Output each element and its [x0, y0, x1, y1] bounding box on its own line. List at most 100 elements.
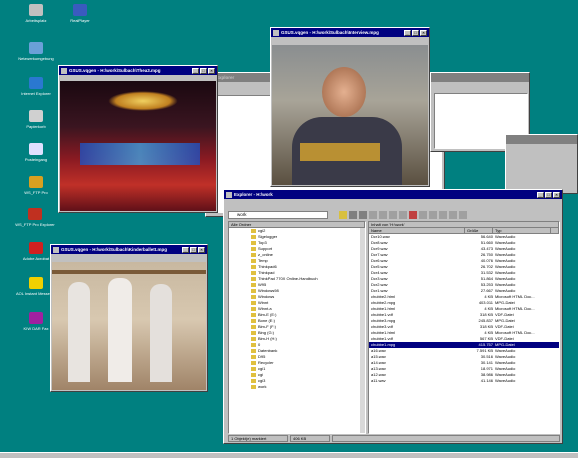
portrait-video-window[interactable]: GSUS.vqgen - H:\work\Sulbach\Interview.m…	[270, 27, 430, 187]
copy-icon[interactable]	[379, 211, 387, 219]
details-view-icon[interactable]	[459, 211, 467, 219]
ftp-explorer-icon	[28, 208, 42, 220]
folder-icon	[251, 234, 256, 239]
folder-icon	[251, 360, 256, 365]
close-button[interactable]: ×	[208, 67, 215, 74]
minimize-button[interactable]: _	[192, 67, 199, 74]
maximize-button[interactable]: □	[545, 191, 552, 198]
file-row[interactable]: a11.wav 41.146 WaveAudio	[369, 378, 559, 384]
explorer-toolbar	[339, 211, 469, 219]
realplayer-icon	[73, 4, 87, 16]
video-icon	[273, 29, 279, 36]
folder-icon	[251, 228, 256, 233]
address-combo[interactable]: work	[228, 211, 328, 219]
disconnect-icon[interactable]	[359, 211, 367, 219]
desktop-icon-wsftp-explorer[interactable]: WS_FTP Pro Explorer	[10, 208, 60, 227]
desktop-icon-papierkorb[interactable]: Papierkorb	[16, 110, 56, 129]
child-dancer	[108, 278, 132, 382]
desktop-icon-netzwerk[interactable]: Netzwerkumgebung	[16, 42, 56, 61]
video-icon	[61, 67, 67, 74]
folder-icon	[251, 342, 256, 347]
ftp-icon	[29, 176, 43, 188]
right-back-titlebar[interactable]	[431, 73, 529, 82]
minimize-button[interactable]: _	[182, 246, 189, 253]
computer-icon	[29, 4, 43, 16]
file-name: a11.wav	[371, 378, 386, 383]
delete-icon[interactable]	[409, 211, 417, 219]
desktop-icon-posteingang[interactable]: Posteingang	[16, 143, 56, 162]
acrobat-icon	[29, 242, 43, 254]
maximize-button[interactable]: □	[190, 246, 197, 253]
portrait-video-frame	[272, 45, 428, 185]
inbox-icon	[29, 143, 43, 155]
child-dancer	[68, 282, 90, 382]
far-right-window[interactable]	[505, 134, 578, 194]
folder-icon	[251, 240, 256, 245]
maximize-button[interactable]: □	[200, 67, 207, 74]
folder-icon	[251, 252, 256, 257]
folder-icon	[251, 354, 256, 359]
video-icon	[53, 246, 59, 253]
taskbar[interactable]	[0, 452, 578, 458]
file-type: WaveAudio	[495, 378, 516, 383]
folder-tree-pane[interactable]: Alle Ordner cgi2 Sigelogger Top3 Support z_o…	[228, 221, 366, 434]
stage-lights	[80, 143, 200, 165]
folder-icon	[251, 324, 256, 329]
desktop-icon-realplayer[interactable]: RealPlayer	[60, 4, 100, 23]
folder-icon	[226, 191, 232, 198]
close-button[interactable]: ×	[553, 191, 560, 198]
far-right-titlebar[interactable]	[506, 135, 577, 144]
folder-icon	[251, 276, 256, 281]
status-bar: 1 Objekt(e) markiert 406 KB	[228, 435, 560, 442]
column-type[interactable]: Typ	[493, 228, 551, 233]
folder-icon	[251, 312, 256, 317]
dance-video-titlebar[interactable]: GSUS.vqgen - H:\work\Sulbach\Kinderballe…	[51, 245, 207, 254]
portrait-video-titlebar[interactable]: GSUS.vqgen - H:\work\Sulbach\Interview.m…	[271, 28, 429, 37]
folder-icon	[251, 348, 256, 353]
dance-video-window[interactable]: GSUS.vqgen - H:\work\Sulbach\Kinderballe…	[50, 244, 208, 392]
paste-icon[interactable]	[389, 211, 397, 219]
explorer-window[interactable]: Explorer - H:\work _ □ × work Alle Ordner …	[223, 189, 563, 444]
desktop-icon-wsftp[interactable]: WS_FTP Pro	[16, 176, 56, 195]
folder-icon	[251, 330, 256, 335]
ballet-barre	[52, 270, 206, 274]
folder-icon	[251, 318, 256, 323]
large-icons-icon[interactable]	[429, 211, 437, 219]
tree-item[interactable]: work	[251, 384, 365, 390]
list-view-icon[interactable]	[449, 211, 457, 219]
desktop-icon-arbeitsplatz[interactable]: Arbeitsplatz	[16, 4, 56, 23]
column-name[interactable]: Name	[369, 228, 465, 233]
undo-icon[interactable]	[399, 211, 407, 219]
close-button[interactable]: ×	[198, 246, 205, 253]
file-list-pane[interactable]: Inhalt von 'H:\work' Name Größe Typ Dcr1…	[368, 221, 560, 434]
folder-icon	[251, 294, 256, 299]
folder-icon	[251, 300, 256, 305]
minimize-button[interactable]: _	[404, 29, 411, 36]
person-face	[322, 67, 366, 117]
child-dancer	[150, 284, 172, 382]
folder-icon	[251, 306, 256, 311]
caption-bar	[300, 143, 380, 161]
explorer-titlebar[interactable]: Explorer - H:\work _ □ ×	[224, 190, 562, 199]
recycle-bin-icon	[29, 110, 43, 122]
close-button[interactable]: ×	[420, 29, 427, 36]
folder-icon	[251, 288, 256, 293]
small-icons-icon[interactable]	[439, 211, 447, 219]
folder-icon	[251, 270, 256, 275]
column-extra[interactable]	[551, 228, 559, 233]
up-folder-icon[interactable]	[339, 211, 347, 219]
tree-scrollbar[interactable]	[359, 228, 365, 433]
maximize-button[interactable]: □	[412, 29, 419, 36]
folder-icon	[251, 378, 256, 383]
properties-icon[interactable]	[419, 211, 427, 219]
show-sign	[108, 91, 178, 111]
map-drive-icon[interactable]	[349, 211, 357, 219]
folder-icon	[251, 282, 256, 287]
show-video-window[interactable]: GSUS.vqgen - H:\work\Sulbach\Thea3.mpg _…	[58, 65, 218, 213]
column-size[interactable]: Größe	[465, 228, 493, 233]
folder-icon	[251, 336, 256, 341]
show-video-titlebar[interactable]: GSUS.vqgen - H:\work\Sulbach\Thea3.mpg _…	[59, 66, 217, 75]
desktop-icon-ie[interactable]: Internet Explorer	[16, 77, 56, 96]
cut-icon[interactable]	[369, 211, 377, 219]
minimize-button[interactable]: _	[537, 191, 544, 198]
